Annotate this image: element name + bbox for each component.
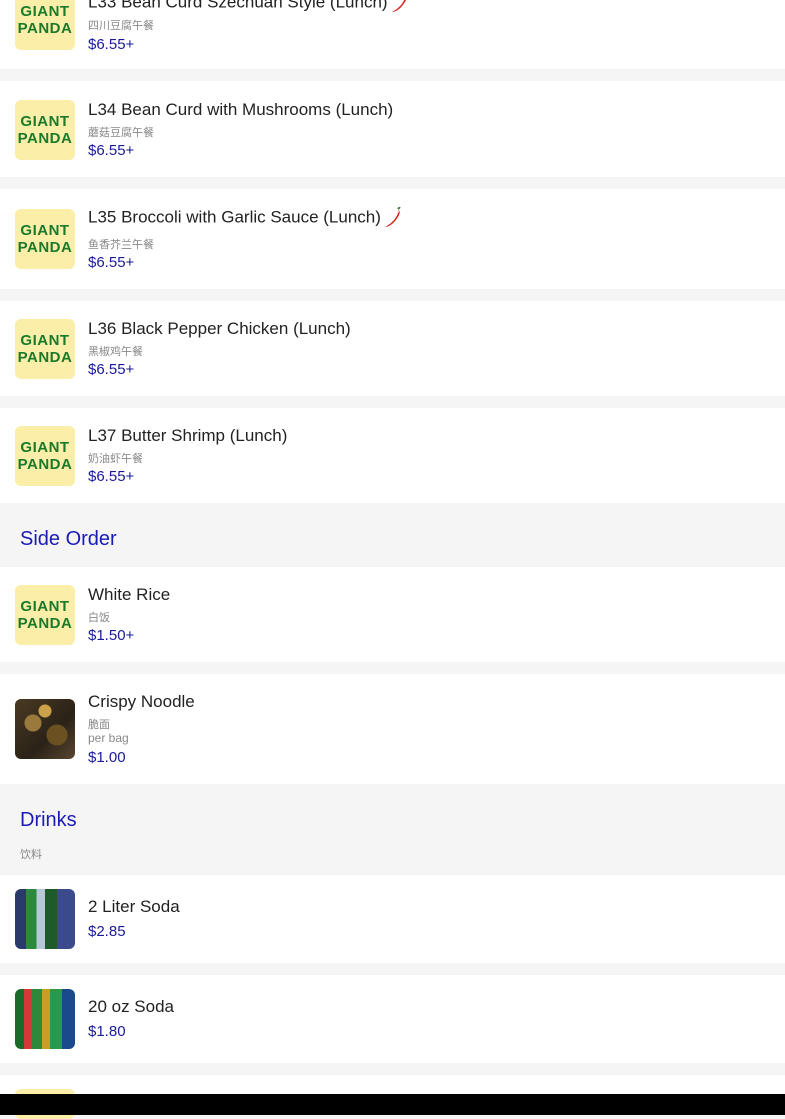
item-price: $1.80: [88, 1023, 126, 1040]
item-price: $6.55+: [88, 142, 135, 159]
item-name: L33 Bean Curd Szechuan Style (Lunch): [88, 0, 410, 14]
section-title-drinks: Drinks: [20, 809, 77, 831]
menu-item[interactable]: GIANT PANDA L35 Broccoli with Garlic Sauc…: [0, 189, 785, 289]
menu-item[interactable]: GIANT PANDA White Rice 白饭 $1.50+: [0, 567, 785, 662]
giant-panda-logo: GIANT PANDA: [15, 585, 75, 645]
giant-panda-logo: GIANT PANDA: [15, 100, 75, 160]
item-name: White Rice: [88, 585, 171, 604]
menu-item[interactable]: GIANT PANDA L36 Black Pepper Chicken (Lun…: [0, 301, 785, 396]
item-chinese-name: 脆面: [88, 719, 110, 731]
section-subtitle-drinks: 饮料: [20, 849, 42, 861]
item-price: $1.50+: [88, 627, 135, 644]
item-chinese-name: 鱼香芥兰午餐: [88, 239, 154, 251]
item-note: per bag: [88, 731, 129, 745]
item-price: $6.55+: [88, 361, 135, 378]
item-chinese-name: 四川豆腐午餐: [88, 20, 154, 32]
menu-item[interactable]: GIANT PANDA L34 Bean Curd with Mushrooms …: [0, 81, 785, 177]
bottom-bar: [0, 1094, 785, 1115]
chili-pepper-icon: [384, 207, 401, 227]
item-name: 2 Liter Soda: [88, 897, 180, 916]
chili-pepper-icon: [391, 0, 406, 12]
item-name: L36 Black Pepper Chicken (Lunch): [88, 319, 351, 338]
section-title-side-order: Side Order: [20, 528, 117, 550]
soda-20-oz-photo: [15, 989, 75, 1049]
giant-panda-logo: GIANT PANDA: [15, 0, 75, 50]
menu-item[interactable]: GIANT PANDA L33 Bean Curd Szechuan Style …: [0, 0, 785, 69]
item-price: $6.55+: [88, 36, 135, 53]
item-name: 20 oz Soda: [88, 997, 175, 1016]
item-name: Crispy Noodle: [88, 692, 195, 711]
item-chinese-name: 奶油虾午餐: [88, 453, 143, 465]
giant-panda-logo: GIANT PANDA: [15, 209, 75, 269]
item-price: $2.85: [88, 923, 126, 940]
soda-2-liter-photo: [15, 889, 75, 949]
giant-panda-logo: GIANT PANDA: [15, 426, 75, 486]
item-price: $6.55+: [88, 254, 135, 271]
item-price: $1.00: [88, 749, 126, 766]
menu-item[interactable]: Crispy Noodle 脆面 per bag $1.00: [0, 674, 785, 784]
item-chinese-name: 蘑菇豆腐午餐: [88, 127, 154, 139]
menu-item[interactable]: 20 oz Soda $1.80: [0, 975, 785, 1063]
menu-item[interactable]: 2 Liter Soda $2.85: [0, 875, 785, 963]
menu-item[interactable]: GIANT PANDA L37 Butter Shrimp (Lunch) 奶油虾…: [0, 408, 785, 503]
item-name: L37 Butter Shrimp (Lunch): [88, 426, 288, 445]
item-name: L34 Bean Curd with Mushrooms (Lunch): [88, 100, 394, 119]
giant-panda-logo: GIANT PANDA: [15, 319, 75, 379]
item-name: L35 Broccoli with Garlic Sauce (Lunch): [88, 207, 403, 229]
crispy-noodle-photo: [15, 699, 75, 759]
item-chinese-name: 白饭: [88, 612, 110, 624]
item-price: $6.55+: [88, 468, 135, 485]
item-chinese-name: 黑椒鸡午餐: [88, 346, 143, 358]
